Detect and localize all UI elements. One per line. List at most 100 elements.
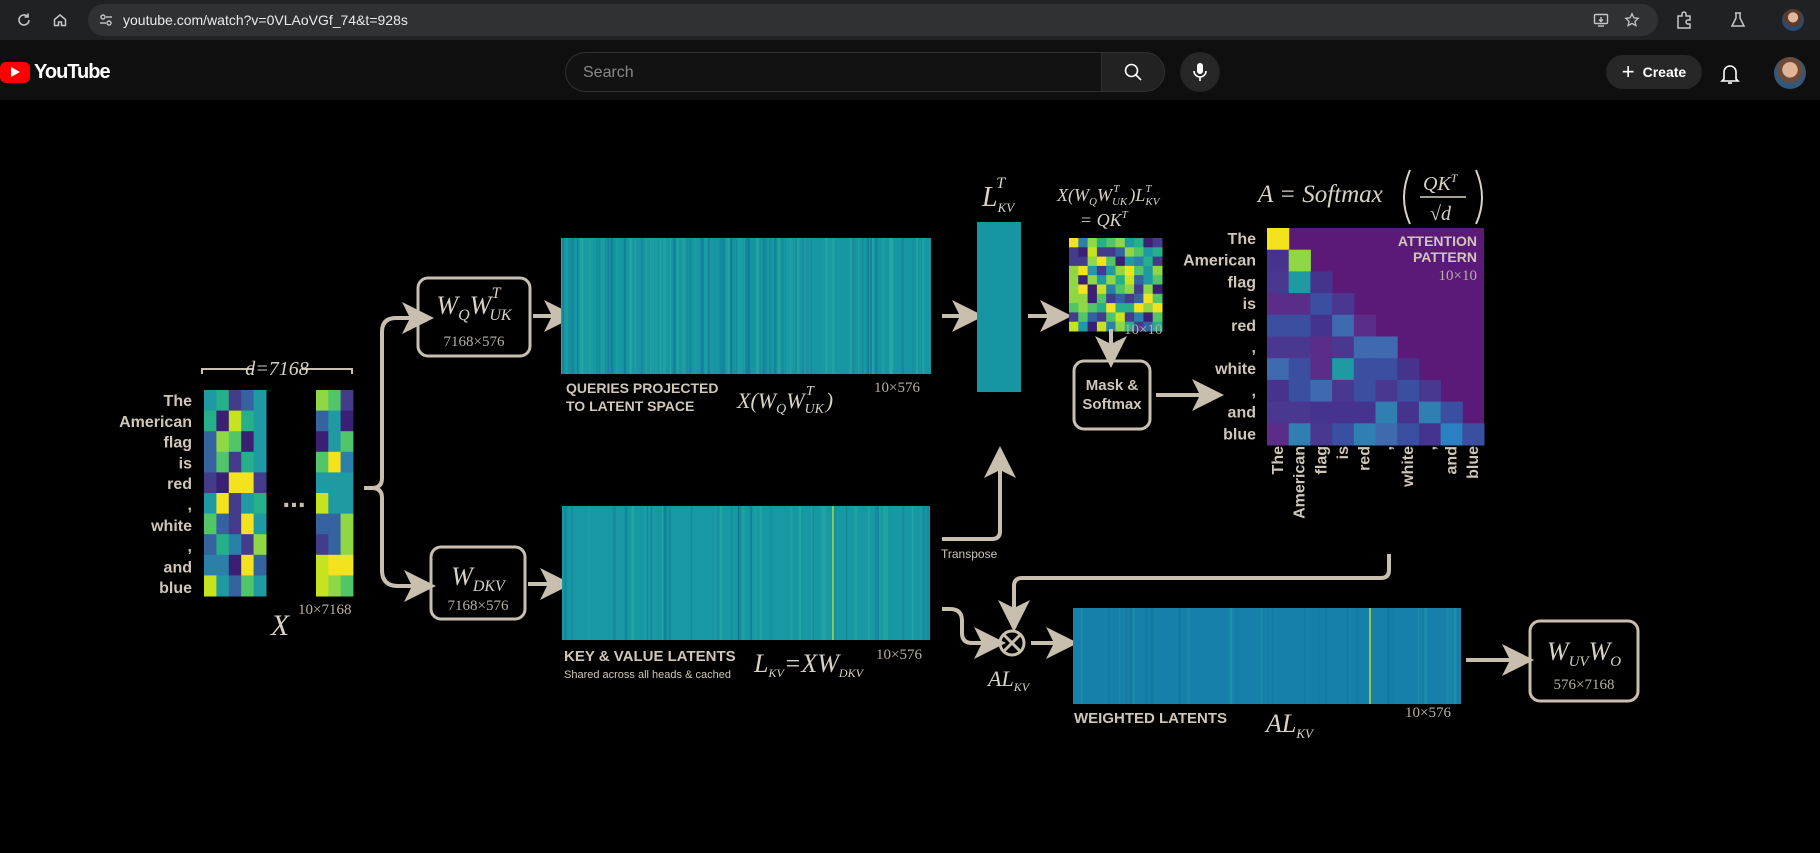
attention-column-label: ,	[1378, 446, 1395, 450]
video-player[interactable]: The American flag is red, white, and blue d=716…	[0, 100, 1820, 853]
weighted-matrix-stripe	[1391, 608, 1393, 704]
qk-matrix-cell	[1069, 256, 1079, 267]
qk-matrix-cell	[1115, 312, 1126, 323]
x-matrix-cell	[204, 431, 217, 453]
x-matrix-cell	[241, 534, 255, 556]
x-matrix-cell	[316, 390, 329, 412]
voice-search-button[interactable]	[1180, 52, 1220, 92]
weighted-matrix-stripe	[1325, 608, 1328, 704]
kv-matrix-stripe	[750, 506, 752, 640]
qk-matrix-cell	[1106, 293, 1116, 304]
weighted-matrix-stripe	[1235, 608, 1239, 704]
site-info-icon[interactable]	[98, 12, 114, 28]
qk-matrix-cell	[1152, 275, 1163, 285]
reload-icon[interactable]	[12, 8, 36, 32]
x-matrix-cell	[253, 472, 267, 494]
x-matrix-cell	[316, 554, 329, 576]
x-matrix-cell	[228, 431, 242, 453]
queries-matrix-stripe	[635, 238, 637, 374]
install-app-icon[interactable]	[1593, 12, 1609, 28]
x-matrix-cell	[316, 451, 329, 473]
kv-matrix-stripe	[874, 506, 878, 640]
weighted-matrix-stripe	[1271, 608, 1275, 704]
softmax-right-paren	[1475, 169, 1483, 225]
attention-cell	[1397, 401, 1420, 424]
qk-matrix-cell	[1078, 275, 1089, 285]
kv-matrix-stripe	[737, 506, 741, 640]
kv-matrix-stripe	[715, 506, 717, 640]
kv-matrix-stripe	[571, 506, 573, 640]
attention-cell	[1375, 358, 1398, 381]
qk-matrix-cell	[1078, 293, 1089, 304]
address-bar[interactable]: youtube.com/watch?v=0VLAoVGf_74&t=928s	[88, 4, 1658, 36]
x-dim-label: d=7168	[245, 358, 309, 380]
qk-matrix-cell	[1143, 275, 1154, 285]
x-matrix-cell	[204, 410, 217, 432]
x-matrix-cell	[228, 451, 242, 473]
queries-matrix-stripe	[849, 238, 853, 374]
x-matrix-cell	[204, 472, 217, 494]
qk-matrix-cell	[1152, 247, 1163, 258]
browser-profile-avatar[interactable]	[1782, 9, 1804, 31]
x-matrix-cell	[316, 493, 329, 515]
account-avatar[interactable]	[1774, 57, 1806, 89]
kv-matrix-stripe	[854, 506, 858, 640]
kv-size: 10×576	[876, 647, 922, 663]
x-size: 10×7168	[298, 602, 351, 618]
weighted-label: WEIGHTED LATENTS	[1074, 710, 1227, 727]
queries-matrix-stripe	[694, 238, 696, 374]
queries-matrix-stripe	[857, 238, 860, 374]
attention-cell	[1332, 423, 1355, 446]
attention-cell	[1332, 401, 1355, 424]
labs-flask-icon[interactable]	[1728, 10, 1748, 30]
queries-matrix-stripe	[829, 238, 832, 374]
attention-cell	[1353, 379, 1376, 403]
search-button[interactable]	[1101, 52, 1165, 92]
x-matrix-cell	[216, 513, 230, 535]
qk-matrix-cell	[1134, 256, 1144, 267]
queries-formula: X(WQWUKT)	[736, 384, 833, 417]
microphone-icon	[1193, 63, 1207, 81]
queries-size: 10×576	[874, 380, 920, 396]
weighted-matrix-stripe	[1151, 608, 1154, 704]
kv-matrix-stripe	[902, 506, 905, 640]
qk-matrix-cell	[1096, 265, 1107, 276]
url-text[interactable]: youtube.com/watch?v=0VLAoVGf_74&t=928s	[123, 12, 408, 28]
qk-matrix-cell	[1087, 284, 1098, 295]
kv-matrix-stripe	[644, 506, 646, 640]
x-matrix-cell	[328, 554, 342, 576]
home-icon[interactable]	[48, 8, 72, 32]
bookmark-star-icon[interactable]	[1624, 12, 1640, 28]
queries-matrix-stripe	[804, 238, 806, 374]
notifications-button[interactable]	[1712, 56, 1748, 92]
search-input[interactable]	[581, 62, 1085, 84]
queries-matrix-stripe	[766, 238, 768, 374]
qk-matrix-cell	[1096, 284, 1107, 295]
extensions-icon[interactable]	[1674, 10, 1694, 30]
qk-matrix-cell	[1096, 247, 1107, 258]
queries-projected-matrix	[561, 238, 931, 374]
create-button[interactable]: + Create	[1606, 55, 1702, 89]
queries-matrix-stripe	[901, 238, 904, 374]
queries-matrix-stripe	[596, 238, 599, 374]
queries-matrix-stripe	[788, 238, 792, 374]
x-matrix-cell	[204, 390, 217, 412]
x-matrix-cell	[241, 431, 255, 453]
x-matrix-cell	[216, 534, 230, 556]
youtube-logo[interactable]: YouTube	[0, 58, 111, 86]
queries-matrix-stripe	[654, 238, 657, 374]
youtube-wordmark: YouTube	[34, 60, 111, 83]
attention-row-label: ,	[1252, 340, 1256, 357]
x-matrix-cell	[253, 534, 267, 556]
attention-cell	[1267, 401, 1290, 424]
x-matrix-cell	[204, 534, 217, 556]
kv-matrix-stripe	[770, 506, 773, 640]
queries-matrix-stripe	[645, 238, 647, 374]
wq-wuk-formula: WQWUKT	[436, 285, 512, 324]
x-matrix-cell	[340, 534, 354, 556]
x-matrix-cell	[216, 390, 230, 412]
queries-matrix-stripe	[735, 238, 737, 374]
queries-matrix-stripe	[808, 238, 811, 374]
x-matrix-cell	[316, 431, 329, 453]
attention-cell	[1267, 293, 1290, 316]
